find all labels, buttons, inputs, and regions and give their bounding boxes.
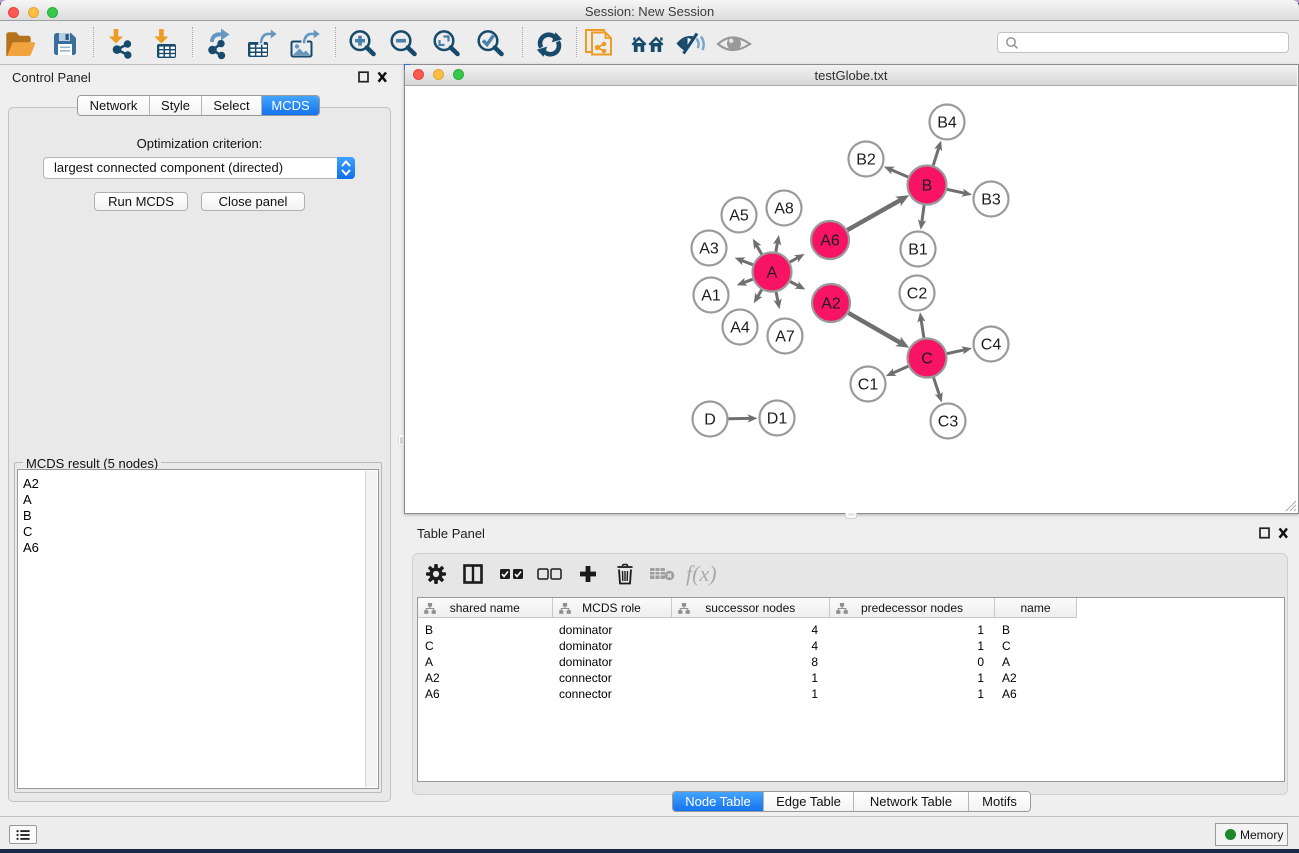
svg-text:C: C [921, 351, 933, 368]
svg-text:A8: A8 [774, 201, 794, 218]
svg-text:B4: B4 [937, 115, 957, 132]
svg-text:A6: A6 [820, 233, 840, 250]
svg-text:A2: A2 [821, 296, 841, 313]
svg-text:B3: B3 [981, 192, 1001, 209]
svg-text:A4: A4 [730, 320, 750, 337]
svg-text:D: D [704, 412, 716, 429]
svg-text:B: B [922, 178, 933, 195]
svg-text:B1: B1 [908, 242, 928, 259]
svg-text:B2: B2 [856, 152, 876, 169]
svg-text:C3: C3 [938, 414, 959, 431]
svg-text:C2: C2 [907, 286, 928, 303]
svg-text:D1: D1 [767, 411, 788, 428]
svg-text:C1: C1 [858, 377, 879, 394]
svg-text:A: A [767, 265, 778, 282]
svg-text:A5: A5 [729, 208, 749, 225]
svg-text:A7: A7 [775, 329, 795, 346]
svg-text:C4: C4 [981, 337, 1002, 354]
svg-text:A1: A1 [701, 288, 721, 305]
svg-text:A3: A3 [699, 241, 719, 258]
